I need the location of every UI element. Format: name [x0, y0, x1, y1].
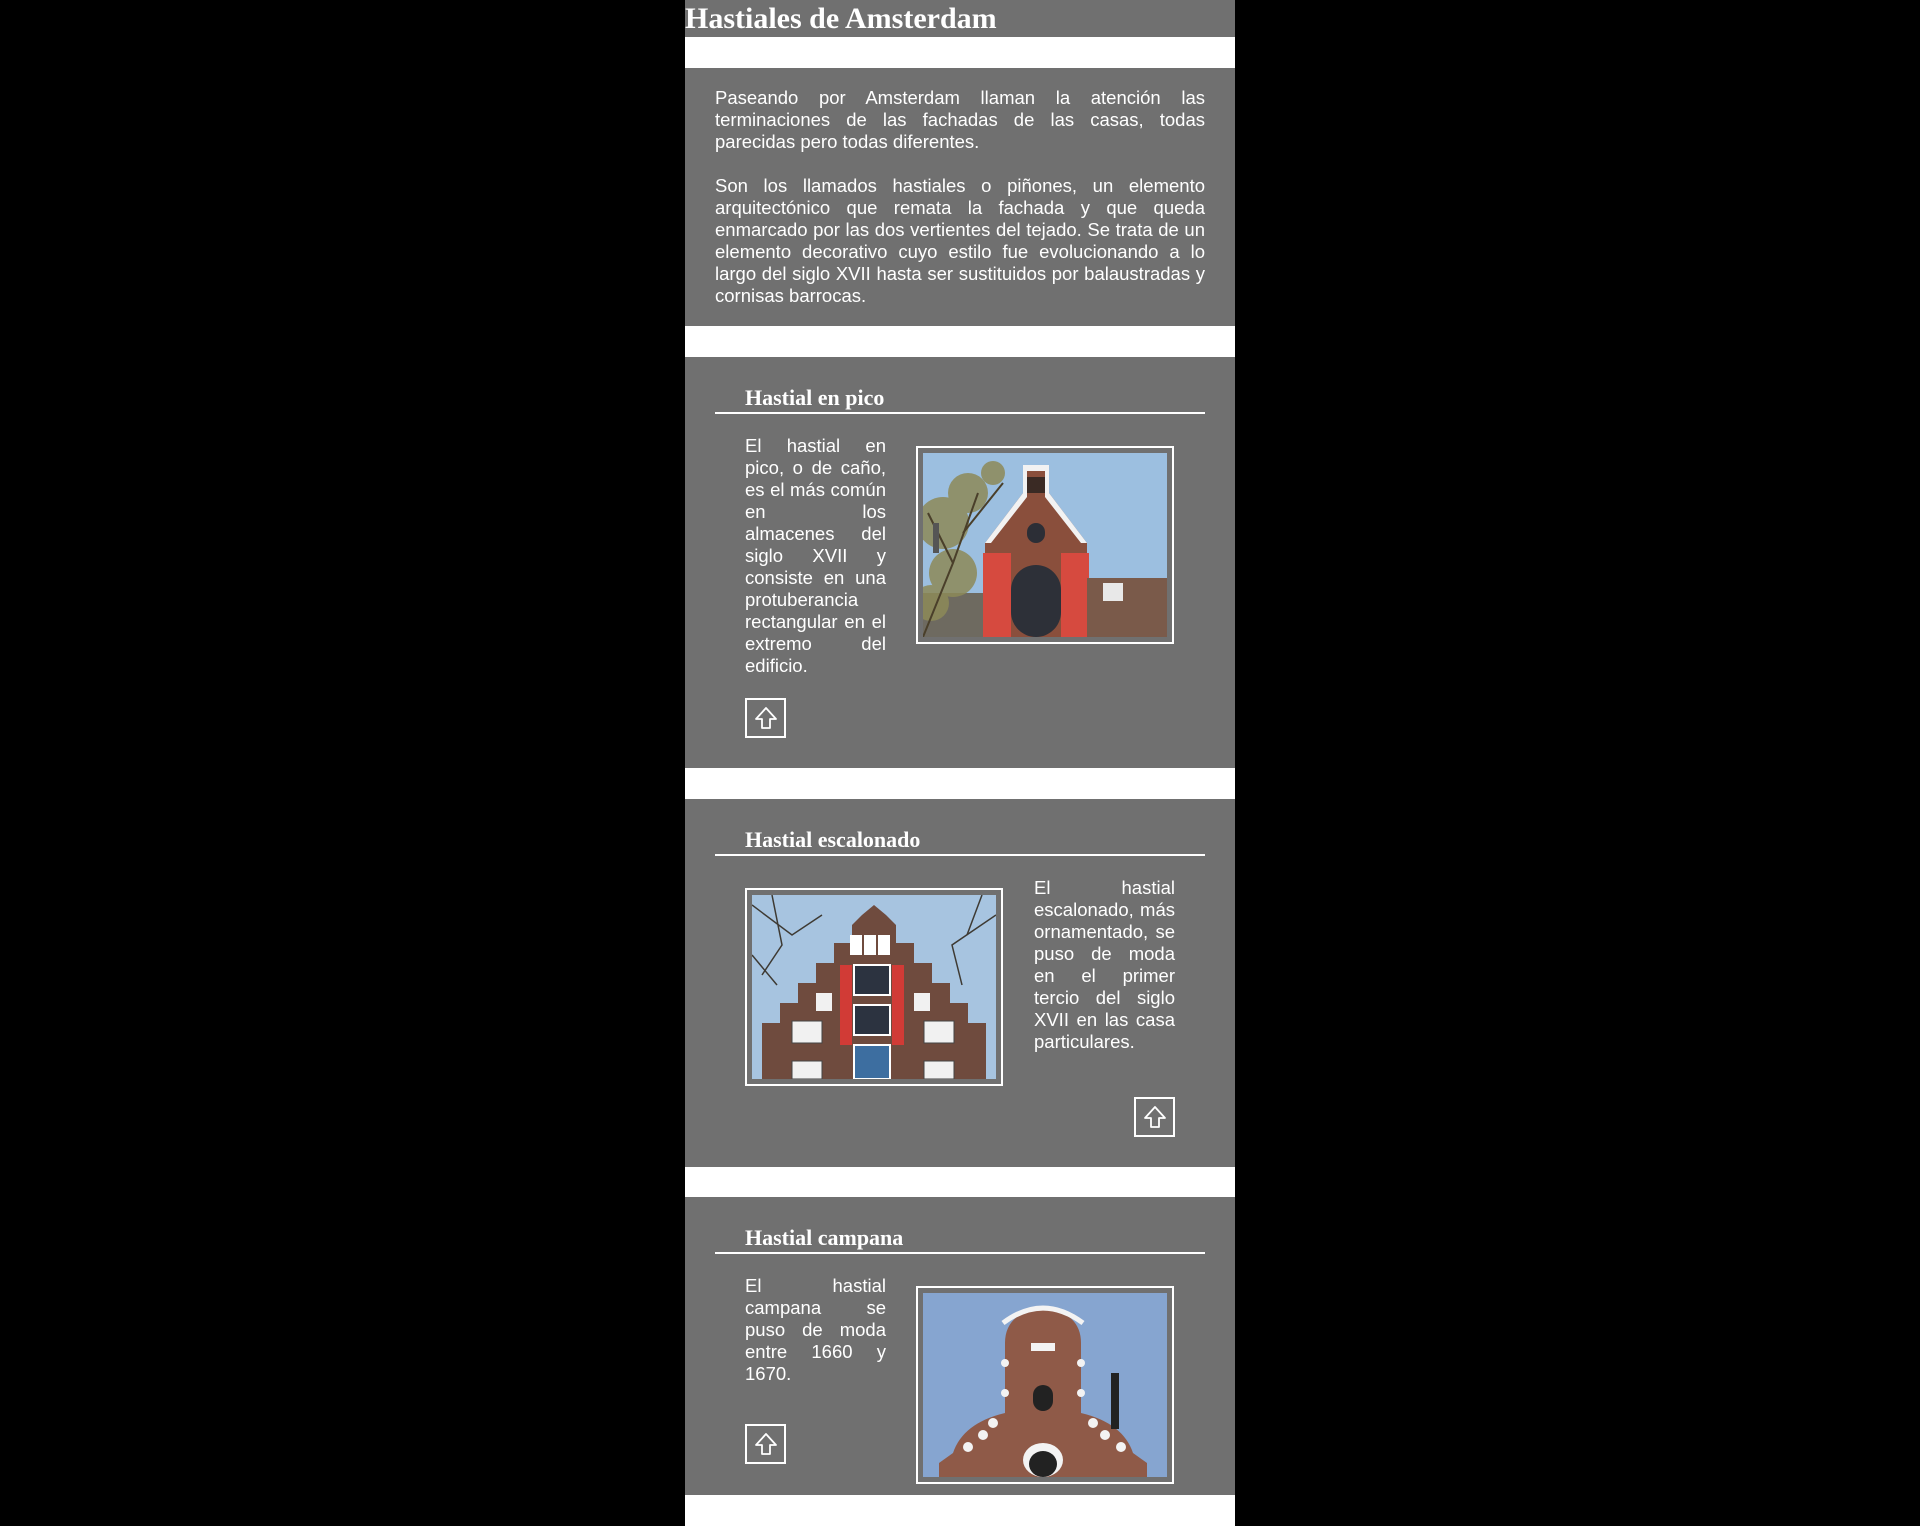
- section-title-bar: Hastial campana: [715, 1219, 1205, 1254]
- section-text: El hastial en pico, o de caño, es el más…: [745, 435, 886, 676]
- page-title: Hastiales de Amsterdam: [685, 2, 997, 35]
- up-arrow-icon: [755, 707, 777, 729]
- photo-frame: [916, 1286, 1174, 1484]
- step-gable-photo: [752, 895, 996, 1079]
- up-arrow-icon: [755, 1433, 777, 1455]
- section-title: Hastial campana: [745, 1225, 904, 1250]
- section-text: El hastial campana se puso de moda entre…: [745, 1275, 886, 1384]
- back-to-top-button[interactable]: [745, 698, 786, 738]
- section-hastial-en-pico: Hastial en pico El hastial en pico, o de…: [685, 357, 1235, 768]
- section-hastial-campana: Hastial campana El hastial campana se pu…: [685, 1197, 1235, 1495]
- up-arrow-icon: [1144, 1106, 1166, 1128]
- intro-panel: Paseando por Amsterdam llaman la atenció…: [685, 68, 1235, 326]
- intro-paragraph-1: Paseando por Amsterdam llaman la atenció…: [715, 87, 1205, 152]
- page-column: Hastiales de Amsterdam Paseando por Amst…: [685, 0, 1235, 1526]
- section-title-bar: Hastial escalonado: [715, 821, 1205, 856]
- spout-gable-photo: [923, 453, 1167, 637]
- back-to-top-button[interactable]: [745, 1424, 786, 1464]
- section-title: Hastial en pico: [745, 385, 885, 410]
- bell-gable-photo: [923, 1293, 1167, 1477]
- section-title: Hastial escalonado: [745, 827, 921, 852]
- photo-frame: [916, 446, 1174, 644]
- intro-paragraph-2: Son los llamados hastiales o piñones, un…: [715, 175, 1205, 306]
- back-to-top-button[interactable]: [1134, 1097, 1175, 1137]
- section-text: El hastial escalonado, más ornamentado, …: [1034, 877, 1175, 1052]
- section-title-bar: Hastial en pico: [715, 379, 1205, 414]
- section-hastial-escalonado: Hastial escalonado El hastial escalonado…: [685, 799, 1235, 1167]
- title-bar: Hastiales de Amsterdam: [685, 0, 1235, 37]
- photo-frame: [745, 888, 1003, 1086]
